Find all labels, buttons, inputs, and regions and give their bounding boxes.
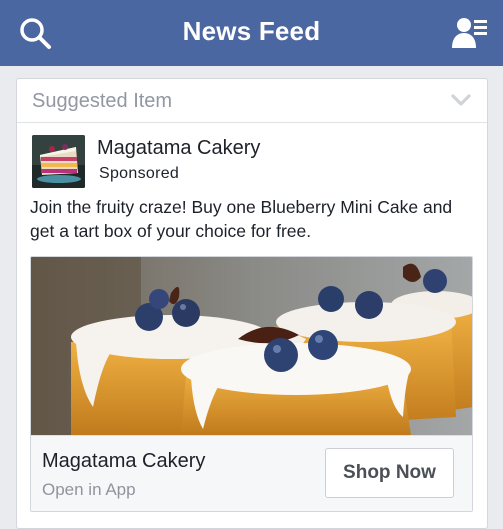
post-text: Join the fruity craze! Buy one Blueberry… [30, 197, 453, 241]
ad-title[interactable]: Magatama Cakery [42, 450, 205, 473]
card-header: Suggested Item [17, 79, 487, 123]
ad-footer: Magatama Cakery Open in App Shop Now [31, 435, 472, 511]
ad-image[interactable] [31, 257, 473, 435]
friend-requests-icon [452, 18, 487, 48]
ad-attachment[interactable]: Magatama Cakery Open in App Shop Now [30, 256, 473, 512]
ad-subtitle: Open in App [42, 480, 136, 499]
sponsored-label: Sponsored [99, 165, 180, 182]
shop-now-button[interactable]: Shop Now [325, 448, 454, 498]
friend-requests-button[interactable] [451, 14, 489, 52]
page-avatar[interactable] [32, 135, 85, 188]
card-header-label: Suggested Item [32, 90, 173, 112]
page-title: News Feed [182, 16, 321, 46]
page-name[interactable]: Magatama Cakery [97, 137, 260, 160]
chevron-down-icon[interactable] [451, 93, 471, 107]
suggested-item-card: Suggested Item Magatama Cakery Sponsored… [16, 78, 488, 529]
top-navigation-bar: News Feed [0, 0, 503, 66]
